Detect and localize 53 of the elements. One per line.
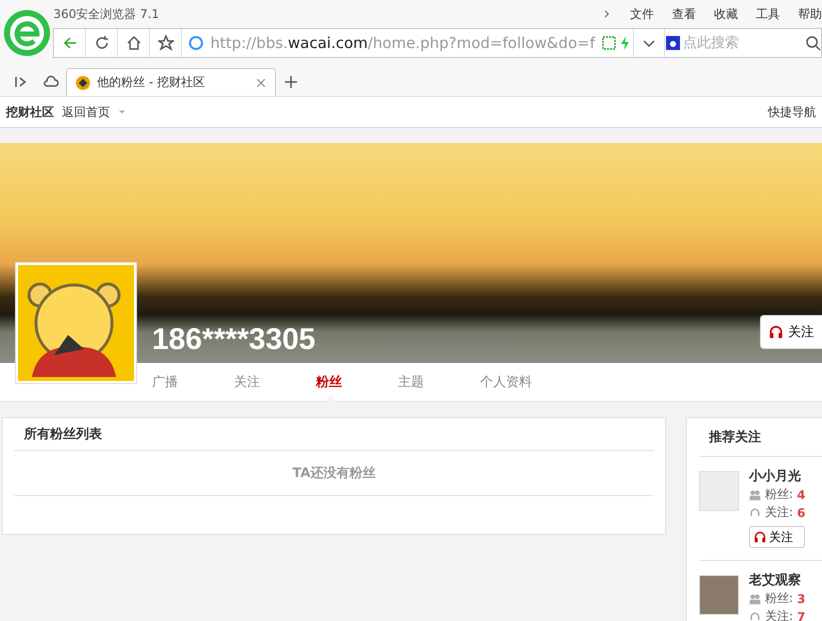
- cloud-icon: [43, 74, 59, 90]
- follows-count: 7: [797, 610, 806, 621]
- headphones-icon: [754, 531, 766, 543]
- headphones-icon: [749, 506, 761, 518]
- people-icon: [749, 488, 761, 500]
- search-icon: [805, 35, 821, 51]
- fans-count: 3: [797, 592, 806, 606]
- bookmark-link[interactable]: 挖财社区: [6, 104, 54, 120]
- stat-label: 粉丝:: [765, 486, 794, 503]
- plus-icon: [283, 74, 299, 90]
- menu-item[interactable]: 收藏: [714, 6, 738, 22]
- browser-logo: [2, 9, 51, 57]
- panel-title: 所有粉丝列表: [14, 418, 654, 451]
- profile-tab[interactable]: 关注: [234, 363, 316, 401]
- refresh-icon: [94, 35, 110, 51]
- empty-message: TA还没有粉丝: [14, 451, 654, 496]
- window-title: 360安全浏览器 7.1: [53, 6, 160, 22]
- headphones-icon: [749, 610, 761, 621]
- user-name[interactable]: 老艾观察: [749, 571, 806, 589]
- panel-title: 推荐关注: [699, 418, 822, 457]
- menu-item[interactable]: 文件: [630, 6, 654, 22]
- menu-item[interactable]: 工具: [756, 6, 780, 22]
- profile-tab[interactable]: 粉丝: [316, 363, 398, 401]
- profile-tab[interactable]: 主题: [398, 363, 480, 401]
- photo-placeholder: [699, 575, 739, 615]
- profile-tab[interactable]: 广播: [152, 363, 234, 401]
- browser-tab[interactable]: 他的粉丝 - 挖财社区: [66, 68, 276, 96]
- site-favicon: [75, 74, 91, 90]
- dropdown-button[interactable]: [633, 29, 665, 57]
- follows-count: 6: [797, 506, 806, 520]
- address-field[interactable]: http://bbs.wacai.com/home.php?mod=follow&do=f: [182, 34, 601, 52]
- follow-button[interactable]: 关注: [760, 315, 822, 349]
- follow-button[interactable]: 关注: [749, 526, 805, 548]
- close-icon: [255, 76, 267, 88]
- profile-username: 186****3305: [152, 323, 316, 357]
- back-arrow-icon: [62, 35, 78, 51]
- menu-item[interactable]: 帮助: [798, 6, 822, 22]
- avatar-thumbnail: [699, 471, 739, 511]
- globe-icon: [188, 35, 204, 51]
- sidebar-icon: [13, 74, 29, 90]
- stat-label: 关注:: [765, 504, 794, 521]
- bookmark-link[interactable]: 返回首页: [62, 104, 110, 120]
- home-icon: [126, 35, 142, 51]
- quick-nav-link[interactable]: 快捷导航: [768, 104, 816, 120]
- star-icon: [158, 35, 174, 51]
- profile-tab[interactable]: 个人资料: [480, 363, 562, 401]
- user-name[interactable]: 小小月光: [749, 467, 806, 485]
- dropdown-caret-icon: [118, 108, 126, 116]
- menu-item[interactable]: 查看: [672, 6, 696, 22]
- fans-count: 4: [797, 488, 806, 502]
- headphones-icon: [769, 325, 783, 339]
- people-icon: [749, 592, 761, 604]
- stat-label: 粉丝:: [765, 590, 794, 607]
